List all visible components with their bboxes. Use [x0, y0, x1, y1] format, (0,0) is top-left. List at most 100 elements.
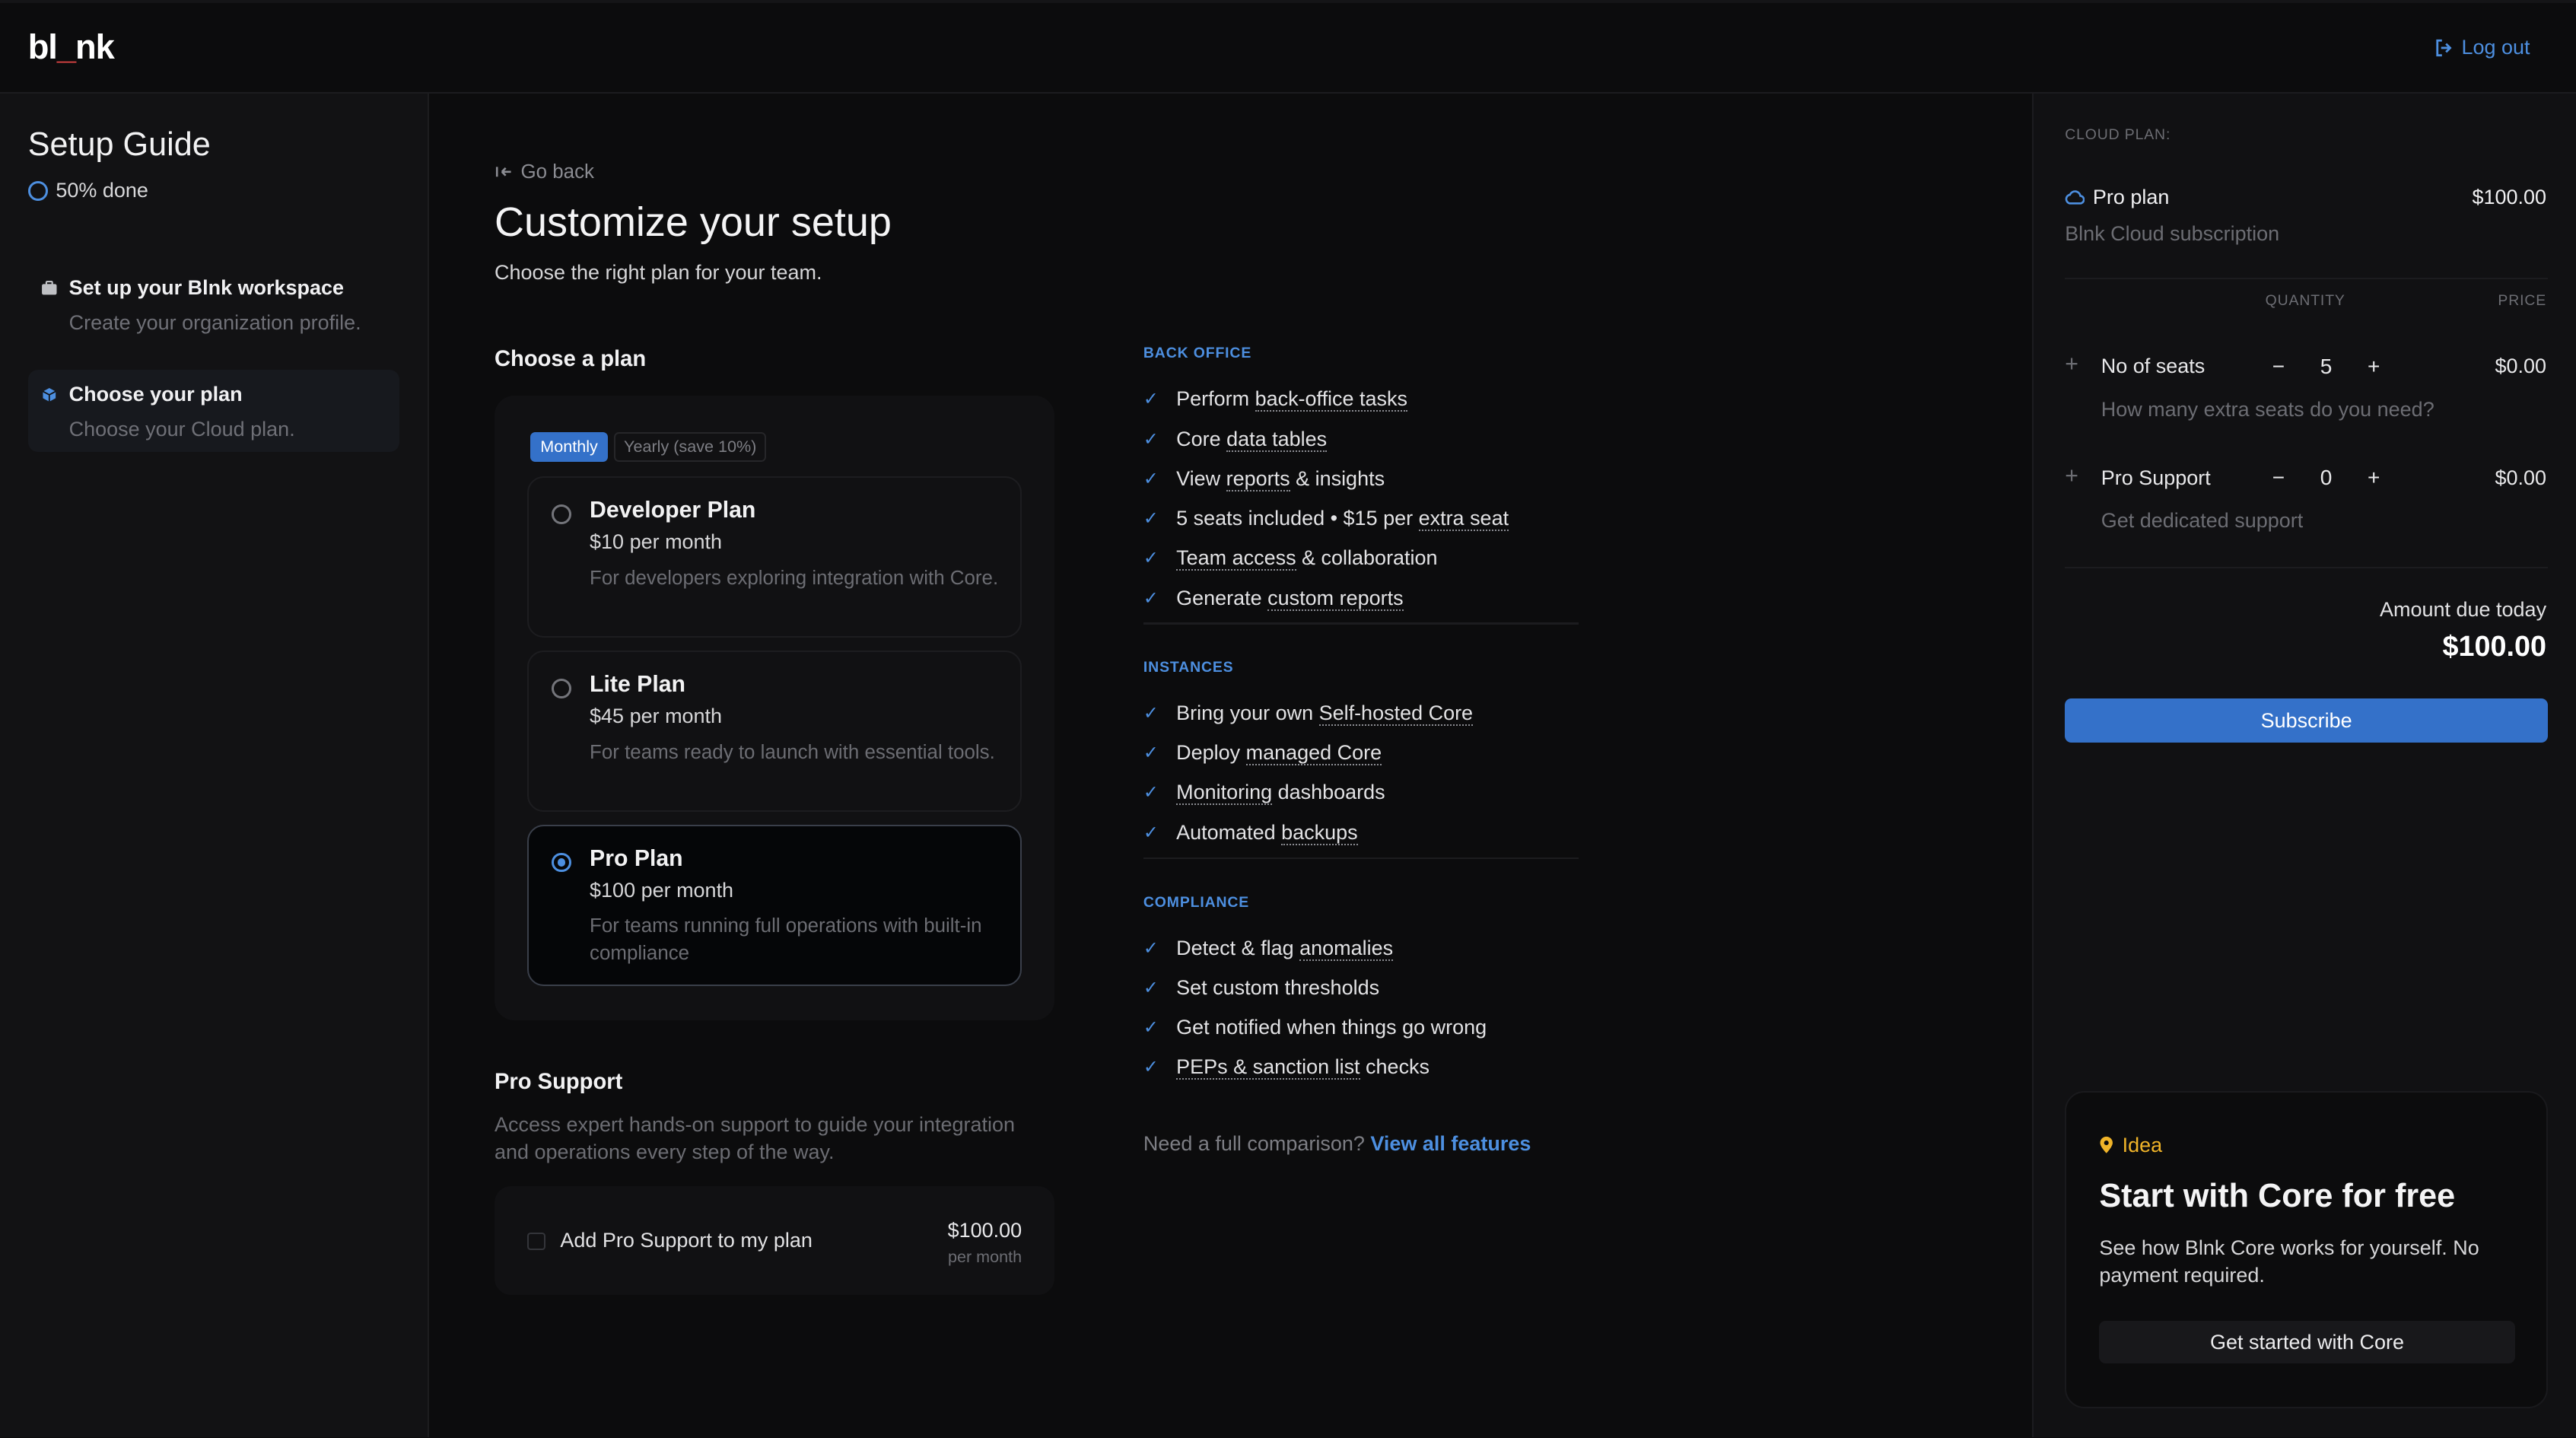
feature-item: ✓ Automated backups	[1143, 813, 1579, 852]
go-back-link[interactable]: Go back	[495, 161, 594, 183]
selected-plan-name: Pro plan	[2092, 186, 2170, 208]
feature-text-part: Bring your own	[1176, 701, 1319, 724]
feature-term-link[interactable]: data tables	[1226, 427, 1328, 452]
cloud-icon	[2065, 189, 2085, 205]
support-line-subtitle: Get dedicated support	[2101, 509, 2304, 533]
plan-radio-selected[interactable]	[552, 852, 572, 873]
briefcase-icon	[42, 280, 57, 294]
back-office-features: ✓ Perform back-office tasks ✓ Core data tab…	[1143, 380, 1579, 619]
support-decrement-button[interactable]: −	[2257, 466, 2300, 490]
step-setup-workspace[interactable]: Set up your Blnk workspace Create your o…	[28, 262, 399, 345]
get-started-core-button[interactable]: Get started with Core	[2099, 1320, 2515, 1364]
selected-plan-price: $100.00	[2472, 186, 2547, 208]
feature-text: PEPs & sanction list checks	[1176, 1055, 1430, 1080]
plan-card-lite[interactable]: Lite Plan $45 per month For teams ready …	[527, 651, 1022, 812]
feature-item: ✓ Deploy managed Core	[1143, 733, 1579, 773]
progress-label: 50% done	[56, 179, 148, 202]
feature-text-part: Generate	[1176, 586, 1268, 609]
plan-card-pro[interactable]: Pro Plan $100 per month For teams runnin…	[527, 825, 1022, 986]
seats-increment-button[interactable]: +	[2352, 355, 2395, 379]
feature-term-link[interactable]: custom reports	[1267, 586, 1404, 611]
feature-text-part: & insights	[1290, 466, 1385, 490]
plan-selector: Monthly Yearly (save 10%) Developer Plan…	[494, 396, 1055, 1020]
seats-line-subtitle: How many extra seats do you need?	[2101, 397, 2434, 421]
blnk-logo[interactable]: bl_nk	[27, 27, 115, 67]
logout-icon	[2436, 39, 2452, 56]
plan-name: Developer Plan	[590, 498, 756, 523]
plan-price: $100 per month	[590, 879, 734, 902]
feature-text: Get notified when things go wrong	[1176, 1016, 1487, 1039]
comparison-prompt: Need a full comparison? View all feature…	[1143, 1132, 1531, 1156]
plan-radio[interactable]	[552, 678, 572, 698]
seats-decrement-button[interactable]: −	[2257, 355, 2300, 379]
order-summary: CLOUD PLAN: Pro plan $100.00 Blnk Cloud …	[2032, 94, 2576, 1438]
idea-description: See how Blnk Core works for yourself. No…	[2099, 1236, 2479, 1287]
idea-title: Start with Core for free	[2099, 1178, 2456, 1215]
logo-mark: _	[56, 27, 76, 67]
view-all-features-link[interactable]: View all features	[1370, 1132, 1531, 1155]
logout-button[interactable]: Log out	[2434, 36, 2530, 59]
pro-support-heading: Pro Support	[494, 1069, 623, 1094]
pro-support-description: Access expert hands-on support to guide …	[494, 1112, 1015, 1164]
comparison-text: Need a full comparison?	[1143, 1131, 1365, 1155]
amount-due-label: Amount due today	[2380, 598, 2547, 621]
support-line-name: Pro Support	[2101, 466, 2211, 490]
seats-quantity-value[interactable]: 5	[2300, 355, 2352, 379]
feature-term-link[interactable]: anomalies	[1299, 936, 1394, 961]
feature-text: Automated backups	[1176, 820, 1358, 845]
support-increment-button[interactable]: +	[2352, 466, 2395, 490]
feature-text: Monitoring dashboards	[1176, 781, 1385, 806]
checkmark-icon: ✓	[1143, 389, 1159, 410]
feature-term-link[interactable]: reports	[1226, 466, 1290, 492]
cloud-plan-label: CLOUD PLAN:	[2065, 126, 2171, 144]
pro-support-checkbox-label[interactable]: Add Pro Support to my plan	[560, 1229, 813, 1252]
billing-yearly-tab[interactable]: Yearly (save 10%)	[614, 431, 767, 462]
feature-text-part: Get notified when things go wrong	[1176, 1016, 1487, 1039]
step-choose-plan[interactable]: Choose your plan Choose your Cloud plan.	[27, 369, 399, 452]
feature-text-part: checks	[1360, 1055, 1430, 1079]
instances-features: ✓ Bring your own Self-hosted Core ✓ Deploy …	[1143, 693, 1579, 852]
billing-monthly-tab[interactable]: Monthly	[530, 431, 608, 462]
feature-text: View reports & insights	[1176, 466, 1385, 492]
checkmark-icon: ✓	[1143, 1057, 1159, 1078]
feature-item: ✓ Generate custom reports	[1143, 578, 1579, 618]
plan-card-developer[interactable]: Developer Plan $10 per month For develop…	[527, 476, 1022, 638]
feature-text: Core data tables	[1176, 427, 1328, 452]
feature-text-part: View	[1176, 466, 1226, 490]
checkmark-icon: ✓	[1143, 822, 1159, 843]
logo-text-start: bl	[27, 27, 58, 67]
step-title: Choose your plan	[41, 383, 399, 406]
feature-term-link[interactable]: Self-hosted Core	[1318, 701, 1474, 726]
pro-support-checkbox[interactable]	[527, 1232, 545, 1251]
feature-item: ✓ Team access & collaboration	[1143, 539, 1579, 578]
logo-text-end: nk	[75, 27, 115, 67]
support-quantity-value[interactable]: 0	[2300, 466, 2352, 490]
billing-toggle: Monthly Yearly (save 10%)	[530, 431, 767, 462]
feature-item: ✓ Perform back-office tasks	[1143, 380, 1579, 419]
feature-term-link[interactable]: extra seat	[1418, 507, 1509, 532]
feature-item: ✓ Bring your own Self-hosted Core	[1143, 693, 1579, 733]
feature-term-link[interactable]: back-office tasks	[1255, 387, 1408, 412]
subscribe-button[interactable]: Subscribe	[2065, 698, 2549, 743]
selected-plan-subtitle: Blnk Cloud subscription	[2065, 221, 2280, 245]
feature-item: ✓ 5 seats included • $15 per extra seat	[1143, 499, 1579, 539]
plan-radio[interactable]	[552, 504, 572, 524]
feature-text: 5 seats included • $15 per extra seat	[1176, 507, 1509, 532]
main-content: Go back Customize your setup Choose the …	[429, 94, 2033, 1437]
feature-item: ✓ PEPs & sanction list checks	[1143, 1048, 1579, 1087]
feature-text: Set custom thresholds	[1176, 976, 1379, 1000]
feature-term-link[interactable]: managed Core	[1245, 741, 1382, 766]
feature-term-link[interactable]: Team access	[1176, 546, 1296, 571]
feature-text-part: dashboards	[1272, 781, 1385, 804]
feature-item: ✓ View reports & insights	[1143, 459, 1579, 498]
checkmark-icon: ✓	[1143, 743, 1159, 764]
feature-term-link[interactable]: Monitoring	[1176, 781, 1273, 806]
plus-icon: +	[2065, 352, 2078, 377]
go-back-label: Go back	[520, 161, 594, 183]
logout-label: Log out	[2461, 36, 2530, 59]
idea-tag: Idea	[2099, 1134, 2162, 1157]
feature-item: ✓ Detect & flag anomalies	[1143, 928, 1579, 968]
checkmark-icon: ✓	[1143, 468, 1159, 489]
feature-term-link[interactable]: PEPs & sanction list	[1176, 1055, 1360, 1080]
feature-term-link[interactable]: backups	[1281, 820, 1358, 845]
